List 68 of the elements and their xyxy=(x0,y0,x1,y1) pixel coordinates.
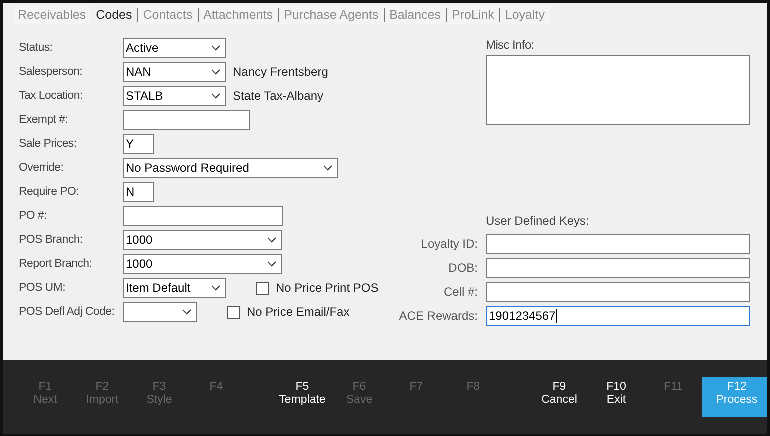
tab[interactable]: Purchase Agents xyxy=(279,6,384,24)
field-label: POS Branch: xyxy=(19,234,84,246)
dropdown[interactable]: Active xyxy=(123,38,226,58)
chevron-icon xyxy=(267,261,277,267)
input-field[interactable] xyxy=(486,282,750,302)
checkbox[interactable] xyxy=(227,306,240,318)
dropdown[interactable]: No Password Required xyxy=(123,158,338,178)
dropdown[interactable]: Item Default xyxy=(123,278,226,298)
tab[interactable]: ProLink xyxy=(447,6,500,24)
field-label: Report Branch: xyxy=(19,258,94,270)
input-field[interactable] xyxy=(486,234,750,254)
tab[interactable]: Contacts xyxy=(138,6,198,24)
input-field[interactable]: 1901234567 xyxy=(486,306,750,326)
function-key-button[interactable]: F2 Import xyxy=(74,377,131,417)
checkbox-label: No Price Print POS xyxy=(276,281,379,295)
chevron-icon xyxy=(211,285,221,291)
chevron-icon xyxy=(267,237,277,243)
dropdown[interactable]: 1000 xyxy=(123,230,282,250)
function-key-button[interactable]: F11 xyxy=(645,377,702,417)
checkbox-label: No Price Email/Fax xyxy=(247,305,350,319)
chevron-icon xyxy=(323,165,333,171)
field-label: DOB: xyxy=(448,261,478,275)
tab[interactable]: Loyalty xyxy=(500,6,550,24)
function-key-button[interactable]: F6 Save xyxy=(331,377,388,417)
field-note: State Tax-Albany xyxy=(233,89,324,103)
function-key-button[interactable]: F8 xyxy=(445,377,502,417)
field-label: Loyalty ID: xyxy=(420,237,478,251)
input-field[interactable]: N xyxy=(123,182,154,202)
function-key-button[interactable]: F4 xyxy=(188,377,245,417)
function-key-button[interactable]: F5 Template xyxy=(274,377,331,417)
input-field[interactable] xyxy=(486,258,750,278)
chevron-icon xyxy=(182,309,192,315)
input-field[interactable] xyxy=(123,110,250,130)
chevron-icon xyxy=(211,45,221,51)
field-label: Require PO: xyxy=(19,186,80,198)
dropdown[interactable]: STALB xyxy=(123,86,226,106)
function-key-button[interactable]: F9 Cancel xyxy=(531,377,588,417)
input-field[interactable] xyxy=(123,206,283,226)
tab[interactable]: Attachments xyxy=(198,6,278,24)
checkbox[interactable] xyxy=(256,282,269,294)
dropdown[interactable]: 1000 xyxy=(123,254,282,274)
field-label: Exempt #: xyxy=(19,114,70,126)
field-label: Tax Location: xyxy=(19,90,84,102)
field-label: POS UM: xyxy=(19,282,66,294)
field-note: Nancy Frentsberg xyxy=(233,65,328,79)
function-key-button[interactable]: F3 Style xyxy=(131,377,188,417)
field-label: Cell #: xyxy=(442,285,478,299)
field-label: Override: xyxy=(19,162,65,174)
input-field[interactable]: Y xyxy=(123,134,154,154)
field-label: PO #: xyxy=(19,210,48,222)
tab[interactable]: Balances xyxy=(384,6,446,24)
field-label: Status: xyxy=(19,42,54,54)
chevron-icon xyxy=(211,93,221,99)
field-label: ACE Rewards: xyxy=(398,309,478,323)
field-label: Misc Info: xyxy=(486,38,536,52)
function-key-button[interactable]: F7 xyxy=(388,377,445,417)
text-area[interactable] xyxy=(486,55,750,125)
field-label: Sale Prices: xyxy=(19,138,78,150)
function-key-button[interactable]: F12 Process xyxy=(702,377,767,417)
function-key-button[interactable]: F1 Next xyxy=(17,377,74,417)
dropdown[interactable] xyxy=(123,302,197,322)
tab[interactable]: Receivables xyxy=(13,6,92,24)
field-label: POS Defl Adj Code: xyxy=(19,306,116,318)
field-label: Salesperson: xyxy=(19,66,84,78)
chevron-icon xyxy=(211,69,221,75)
dropdown[interactable]: NAN xyxy=(123,62,226,82)
function-key-button[interactable]: F10 Exit xyxy=(588,377,645,417)
section-title: User Defined Keys: xyxy=(486,214,590,228)
